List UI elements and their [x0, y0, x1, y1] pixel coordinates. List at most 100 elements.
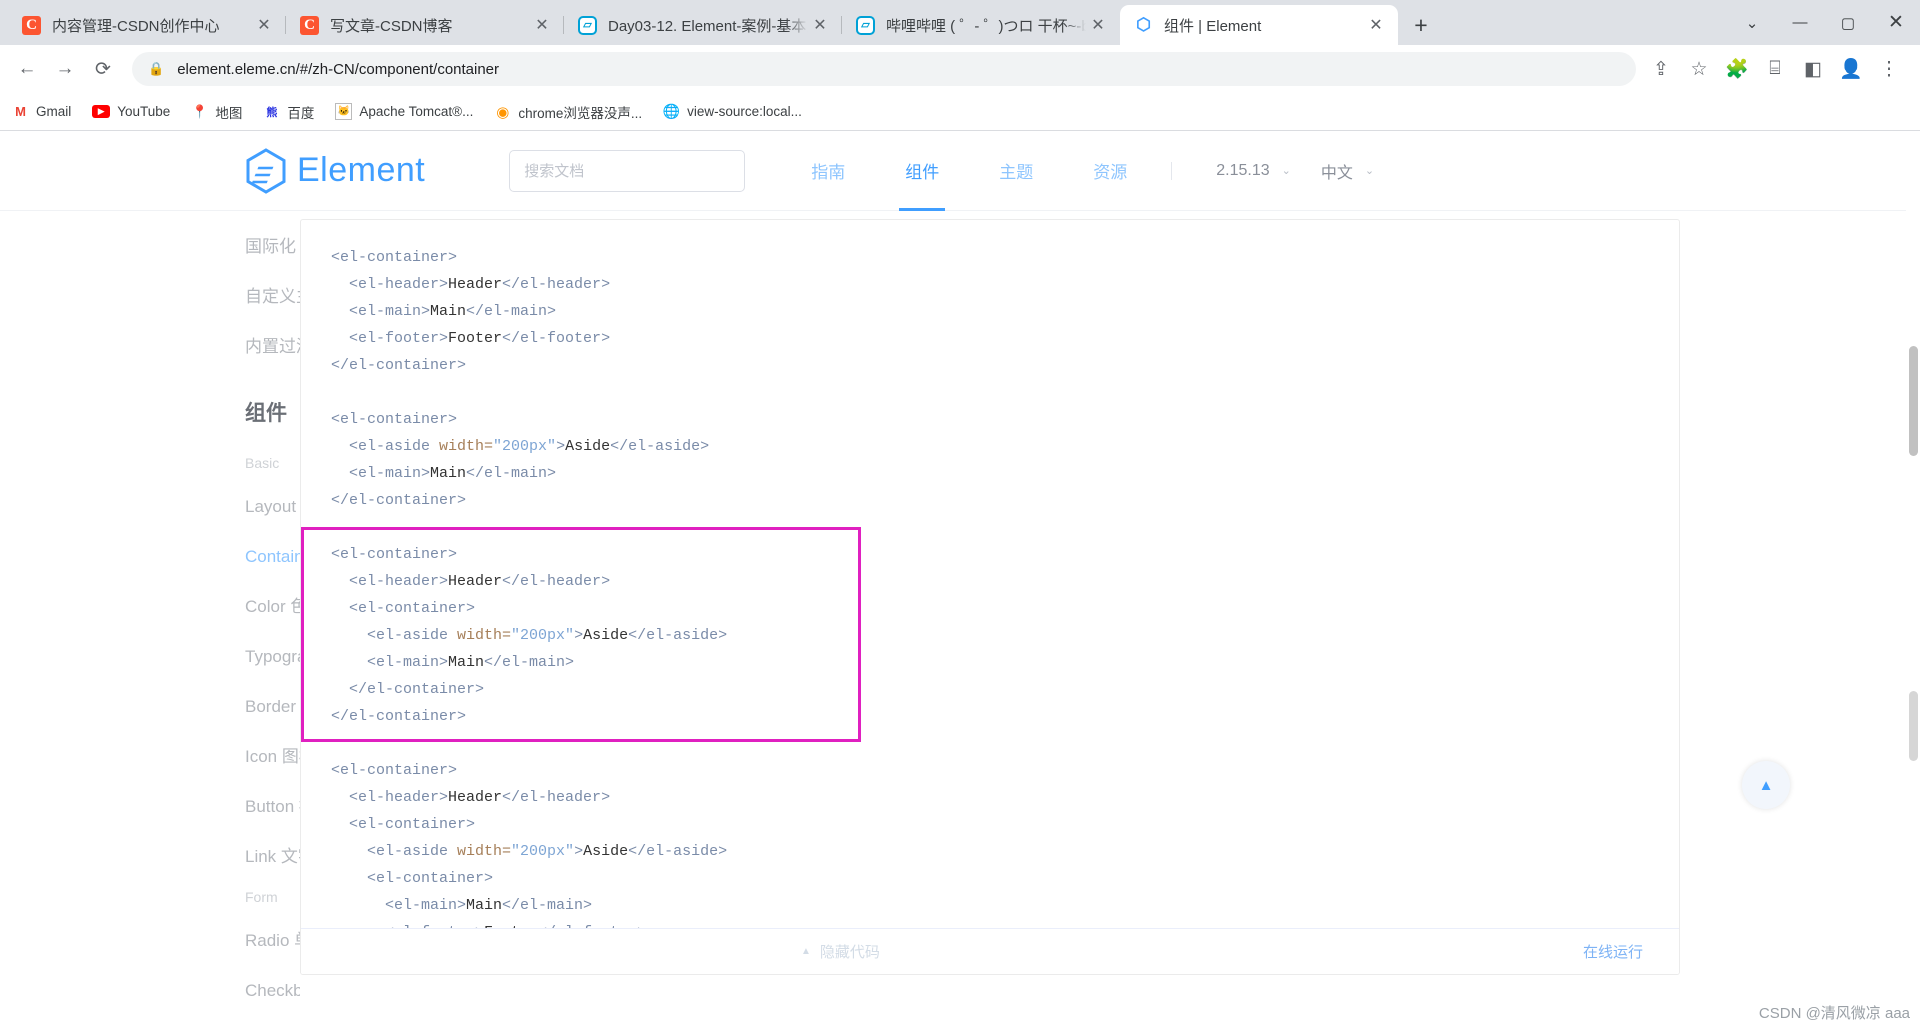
sidebar-item-transition[interactable]: 内置过渡动画 [245, 319, 300, 369]
bookmark-item[interactable]: ▶ YouTube [92, 104, 170, 119]
scrollbar-thumb-secondary[interactable] [1909, 691, 1918, 761]
bookmark-item[interactable]: 🐱 Apache Tomcat®... [335, 103, 473, 120]
browser-tab-active[interactable]: ⬡ 组件 | Element ✕ [1120, 5, 1398, 45]
more-chevron-icon[interactable]: ⌄ [1728, 0, 1776, 45]
toolbar-actions: ⇪ ☆ 🧩 ⌸ ◧ 👤 ⋮ [1644, 52, 1910, 86]
code-token: Header [448, 789, 503, 806]
code-line: </el-container> [331, 676, 1679, 703]
sidebar-item-typography[interactable]: Typography 字体 [245, 629, 300, 679]
globe-icon: 🌐 [662, 103, 681, 119]
code-token: "200px" [493, 438, 557, 455]
code-token: </el-header> [502, 573, 611, 590]
extensions-icon[interactable]: 🧩 [1720, 52, 1754, 86]
code-line: <el-main>Main</el-main> [331, 460, 1679, 487]
code-line: <el-container> [331, 757, 1679, 784]
code-token: <el-aside [331, 843, 458, 860]
reading-list-icon[interactable]: ⌸ [1758, 52, 1792, 86]
sidebar-item-radio[interactable]: Radio 单选框 [245, 913, 300, 963]
element-logo-icon [246, 147, 286, 194]
side-panel-icon[interactable]: ◧ [1796, 52, 1830, 86]
browser-tab[interactable]: C 内容管理-CSDN创作中心 ✕ [8, 5, 286, 45]
page-scrollbar[interactable] [1906, 131, 1920, 1029]
browser-tab[interactable]: ▱ Day03-12. Element-案例-基本页 ✕ [564, 5, 842, 45]
bookmark-item[interactable]: ◉ chrome浏览器没声... [494, 102, 642, 122]
code-token: Header [448, 276, 503, 293]
window-controls: ⌄ — ▢ ✕ [1728, 0, 1920, 45]
run-online-button[interactable]: 在线运行 [1583, 941, 1643, 962]
demo-footer-bar: ▲ 隐藏代码 在线运行 [301, 928, 1679, 974]
code-line: <el-container> [331, 865, 1679, 892]
close-icon[interactable]: ✕ [530, 13, 554, 37]
tomcat-icon: 🐱 [335, 103, 353, 120]
sidebar-item-checkbox[interactable]: Checkbox 多选框 [245, 963, 300, 1013]
reload-icon[interactable]: ⟳ [86, 52, 120, 86]
code-token: <el-container> [331, 546, 458, 563]
bookmark-item[interactable]: 熊 百度 [263, 102, 314, 122]
code-token: </el-main> [466, 303, 557, 320]
window-close-button[interactable]: ✕ [1872, 0, 1920, 45]
close-icon[interactable]: ✕ [252, 13, 276, 37]
close-icon[interactable]: ✕ [1364, 13, 1388, 37]
code-token: Main [430, 303, 467, 320]
code-token: Aside [565, 438, 611, 455]
version-selector[interactable]: 2.15.13 ⌄ [1216, 162, 1291, 180]
sidebar-item-button[interactable]: Button 按钮 [245, 779, 300, 829]
bookmark-item[interactable]: M Gmail [12, 103, 71, 120]
bookmark-star-icon[interactable]: ☆ [1682, 52, 1716, 86]
back-to-top-button[interactable]: ▲ [1742, 761, 1790, 809]
new-tab-button[interactable]: + [1404, 8, 1438, 42]
code-token: Aside [583, 843, 629, 860]
sidebar-item-custom-theme[interactable]: 自定义主题 [245, 269, 300, 319]
close-icon[interactable]: ✕ [1086, 13, 1110, 37]
sidebar-group-components: 组件 [245, 402, 287, 425]
forward-icon[interactable]: → [48, 52, 82, 86]
code-token: <el-main> [331, 303, 431, 320]
demo-code-block: <el-container> <el-header>Header</el-hea… [300, 219, 1680, 975]
browser-menu-icon[interactable]: ⋮ [1872, 52, 1906, 86]
sidebar-item-border[interactable]: Border 边框 [245, 679, 300, 729]
language-selector[interactable]: 中文 ⌄ [1321, 159, 1374, 183]
minimize-button[interactable]: — [1776, 0, 1824, 45]
element-logo[interactable]: Element [245, 147, 425, 194]
profile-avatar-icon[interactable]: 👤 [1834, 52, 1868, 86]
code-token: <el-footer> [331, 330, 449, 347]
code-token: </el-container> [331, 492, 467, 509]
code-line: <el-header>Header</el-header> [331, 568, 1679, 595]
scrollbar-thumb[interactable] [1909, 346, 1918, 456]
firefox-icon: ◉ [496, 103, 510, 121]
sidebar-item-layout[interactable]: Layout 布局 [245, 479, 300, 529]
browser-tab[interactable]: ▱ 哔哩哔哩 ( ゜- ゜)つロ 干杯~-bili ✕ [842, 5, 1120, 45]
code-token: <el-aside [331, 627, 458, 644]
sidebar-item-link[interactable]: Link 文字链接 [245, 829, 300, 879]
sidebar-item-color[interactable]: Color 色彩 [245, 579, 300, 629]
code-token: <el-main> [331, 654, 449, 671]
bookmark-item[interactable]: 🌐 view-source:local... [663, 103, 802, 120]
back-icon[interactable]: ← [10, 52, 44, 86]
code-token: <el-header> [331, 276, 449, 293]
tab-strip: C 内容管理-CSDN创作中心 ✕ C 写文章-CSDN博客 ✕ ▱ Day03… [0, 0, 1920, 45]
address-bar[interactable]: 🔒 element.eleme.cn/#/zh-CN/component/con… [132, 52, 1636, 86]
bookmark-item[interactable]: 📍 地图 [191, 102, 243, 122]
code-token: </el-aside> [628, 843, 728, 860]
hide-code-button[interactable]: ▲ 隐藏代码 [801, 941, 880, 962]
source-code[interactable]: <el-container> <el-header>Header</el-hea… [301, 220, 1679, 958]
code-line: <el-container> [331, 595, 1679, 622]
nav-item-guide[interactable]: 指南 [811, 131, 845, 211]
sidebar-item-icon[interactable]: Icon 图标 [245, 729, 300, 779]
share-icon[interactable]: ⇪ [1644, 52, 1678, 86]
nav-item-components[interactable]: 组件 [899, 131, 946, 211]
code-line: <el-aside width="200px">Aside</el-aside> [331, 622, 1679, 649]
sidebar-item-container[interactable]: Container 布局容器 [245, 529, 300, 579]
nav-item-theme[interactable]: 主题 [999, 131, 1033, 211]
bookmarks-bar: M Gmail ▶ YouTube 📍 地图 熊 百度 🐱 Apache Tom… [0, 93, 1920, 131]
code-line: </el-container> [331, 352, 1679, 379]
nav-item-resource[interactable]: 资源 [1093, 131, 1127, 211]
search-placeholder: 搜索文档 [524, 163, 585, 180]
maximize-button[interactable]: ▢ [1824, 0, 1872, 45]
search-input[interactable]: 搜索文档 [509, 149, 746, 192]
browser-tab[interactable]: C 写文章-CSDN博客 ✕ [286, 5, 564, 45]
code-line: <el-header>Header</el-header> [331, 784, 1679, 811]
sidebar-item-i18n[interactable]: 国际化 [245, 219, 300, 269]
close-icon[interactable]: ✕ [808, 13, 832, 37]
